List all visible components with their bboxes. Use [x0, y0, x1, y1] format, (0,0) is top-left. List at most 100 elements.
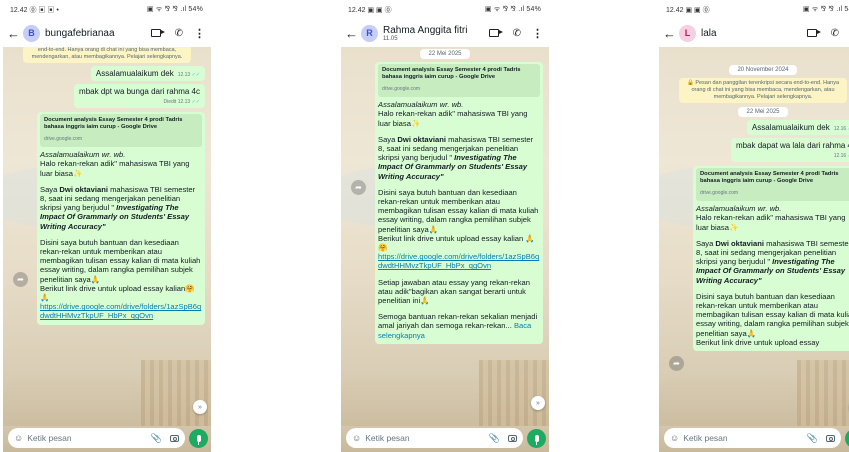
- message-time: Diedit 12.13 ✓✓: [163, 99, 200, 105]
- video-icon: [488, 29, 503, 37]
- avatar[interactable]: B: [23, 24, 40, 42]
- outgoing-message[interactable]: mbak dapat wa lala dari rahma 4c 12.16 ✓…: [730, 138, 849, 162]
- emoji-icon[interactable]: ☺: [670, 433, 679, 443]
- back-arrow-icon[interactable]: ←: [7, 26, 21, 41]
- chat-header: ← B bungafebrianaa ✆ ⋮: [3, 19, 211, 47]
- date-chip: 22 Mei 2025: [420, 49, 470, 59]
- pray-emoji: 🙏: [90, 274, 101, 284]
- outgoing-message[interactable]: mbak dpt wa bunga dari rahma 4c Diedit 1…: [74, 84, 205, 108]
- chat-area[interactable]: 20 November 2024 🔒 Pesan dan panggilan t…: [659, 47, 849, 430]
- message-text: mbak dapat wa lala dari rahma 4c: [735, 141, 849, 150]
- attach-icon[interactable]: 📎: [489, 433, 500, 444]
- camera-icon[interactable]: [170, 434, 179, 442]
- back-arrow-icon[interactable]: ←: [345, 26, 359, 41]
- lock-icon: 🔒: [686, 80, 694, 86]
- status-bar: 12.42 ⓪ ▣ ▣ • ▣ ᯤ ⅋ ⅋ .ıl 54%: [3, 0, 211, 19]
- read-ticks-icon: ✓✓: [191, 72, 200, 78]
- contact-title[interactable]: lala: [701, 28, 807, 39]
- message-text: mbak dpt wa bunga dari rahma 4c: [79, 87, 200, 96]
- link-preview[interactable]: Document analysis Essay Semester 4 prodi…: [40, 114, 202, 148]
- date-chip: 20 November 2024: [729, 65, 797, 75]
- message-time: 12.16 ✓✓: [834, 153, 849, 159]
- phone-screenshot-lala: 12.42 ▣ ▣ ⓪ ▣ ᯤ ⅋ ⅋ .ıl 54% ← L lala ✆ ⋮…: [659, 0, 849, 452]
- forward-icon[interactable]: ➦: [669, 356, 684, 371]
- drive-link[interactable]: https://drive.google.com/drive/folders/1…: [40, 302, 202, 320]
- sparkle-emoji: ✨: [72, 168, 83, 178]
- scroll-down-button[interactable]: »: [193, 400, 207, 414]
- mic-icon: [534, 434, 539, 445]
- encryption-notice[interactable]: 🔒 Pesan dan panggilan terenkripsi secara…: [679, 78, 847, 103]
- greeting-text: Assalamualaikum wr. wb.: [696, 204, 782, 214]
- video-call-button[interactable]: [150, 29, 165, 37]
- phone-screenshot-bunga: 12.42 ⓪ ▣ ▣ • ▣ ᯤ ⅋ ⅋ .ıl 54% ← B bungaf…: [3, 0, 211, 452]
- read-ticks-icon: ✓✓: [191, 99, 200, 105]
- camera-icon[interactable]: [508, 434, 517, 442]
- request-text: Disini saya butuh bantuan dan kesediaan …: [378, 187, 539, 234]
- forwarded-message[interactable]: ➦ Document analysis Essay Semester 4 pro…: [351, 62, 543, 344]
- contact-name: lala: [701, 27, 717, 39]
- chat-area[interactable]: end-to-end. Hanya orang di chat ini yang…: [3, 47, 211, 430]
- video-icon: [806, 29, 821, 37]
- author-name: Dwi oktaviani: [397, 134, 446, 144]
- status-bar: 12.42 ▣ ▣ ⓪ ▣ ᯤ ⅋ ⅋ .ıl 54%: [341, 0, 549, 19]
- message-time: 12.13 ✓✓: [177, 72, 200, 78]
- back-arrow-icon[interactable]: ←: [663, 26, 677, 41]
- phone-icon[interactable]: ✆: [513, 28, 521, 39]
- avatar[interactable]: L: [679, 24, 696, 42]
- contact-title[interactable]: Rahma Anggita fitri 11.05: [383, 25, 489, 42]
- emoji-icon[interactable]: ☺: [14, 433, 23, 443]
- mic-icon: [196, 434, 201, 445]
- link-preview[interactable]: Document analysis Essay Semester 4 prodi…: [378, 64, 540, 98]
- scroll-down-button[interactable]: »: [531, 396, 545, 410]
- forward-icon[interactable]: ➦: [13, 272, 28, 287]
- composer-field: ☺ 📎: [346, 428, 523, 448]
- request-text: Disini saya butuh bantuan dan kesediaan …: [40, 237, 201, 284]
- chat-area[interactable]: 22 Mei 2025 ➦ Document analysis Essay Se…: [341, 47, 549, 430]
- greeting-text: Assalamualaikum wr. wb.: [40, 150, 126, 160]
- drive-link[interactable]: https://drive.google.com/drive/folders/1…: [378, 252, 540, 270]
- mic-button[interactable]: [527, 428, 546, 448]
- video-call-button[interactable]: [806, 29, 821, 37]
- video-icon: [150, 29, 165, 37]
- intro-text: Halo rekan-rekan adik" mahasiswa TBI yan…: [696, 213, 846, 232]
- attach-icon[interactable]: 📎: [151, 433, 162, 444]
- outgoing-message[interactable]: Assalamualaikum dek 12.16 ✓✓: [746, 120, 849, 135]
- emoji-icon[interactable]: ☺: [352, 433, 361, 443]
- status-time: 12.42: [348, 6, 366, 14]
- contact-name: bungafebrianaa: [45, 27, 115, 39]
- forwarded-message[interactable]: ➦ Document analysis Essay Semester 4 pro…: [13, 112, 205, 325]
- chat-header: ← R Rahma Anggita fitri 11.05 ✆ ⋮: [341, 19, 549, 47]
- intro-text: Halo rekan-rekan adik" mahasiswa TBI yan…: [40, 159, 190, 178]
- video-call-button[interactable]: [488, 29, 503, 37]
- status-icons-left: ▣ ▣ ⓪: [685, 6, 710, 14]
- forward-icon[interactable]: ➦: [351, 180, 366, 195]
- message-input[interactable]: [27, 433, 147, 443]
- forwarded-message[interactable]: ➦ Document analysis Essay Semester 4 pro…: [669, 166, 849, 371]
- menu-icon[interactable]: ⋮: [532, 27, 543, 40]
- link-preview[interactable]: Document analysis Essay Semester 4 prodi…: [696, 168, 849, 202]
- message-composer: ☺ 📎: [3, 426, 211, 452]
- phone-icon[interactable]: ✆: [831, 28, 839, 39]
- status-icons-left: ⓪ ▣ ▣ •: [29, 6, 59, 14]
- link-preview-title: Document analysis Essay Semester 4 prodi…: [382, 67, 521, 80]
- message-input[interactable]: [683, 433, 803, 443]
- contact-title[interactable]: bungafebrianaa: [45, 28, 151, 39]
- mic-button[interactable]: [189, 428, 208, 448]
- mic-button[interactable]: [845, 428, 849, 448]
- phone-icon[interactable]: ✆: [175, 28, 183, 39]
- contact-name: Rahma Anggita fitri: [383, 24, 468, 36]
- camera-icon[interactable]: [826, 434, 835, 442]
- avatar[interactable]: R: [361, 24, 378, 42]
- menu-icon[interactable]: ⋮: [194, 27, 205, 40]
- status-time: 12.42: [10, 6, 28, 14]
- link-intro-text: Berikut link drive untuk upload essay ka…: [40, 283, 186, 293]
- link-preview-title: Document analysis Essay Semester 4 prodi…: [700, 171, 839, 184]
- message-input[interactable]: [365, 433, 485, 443]
- attach-icon[interactable]: 📎: [807, 433, 818, 444]
- message-text: Assalamualaikum dek: [751, 123, 830, 132]
- outgoing-message[interactable]: Assalamualaikum dek 12.13 ✓✓: [90, 66, 205, 81]
- encryption-notice[interactable]: end-to-end. Hanya orang di chat ini yang…: [23, 47, 191, 63]
- status-bar: 12.42 ▣ ▣ ⓪ ▣ ᯤ ⅋ ⅋ .ıl 54%: [659, 0, 849, 19]
- truncated-text: Berikut link drive untuk upload essay: [696, 337, 820, 347]
- status-icons-left: ▣ ▣ ⓪: [367, 6, 392, 14]
